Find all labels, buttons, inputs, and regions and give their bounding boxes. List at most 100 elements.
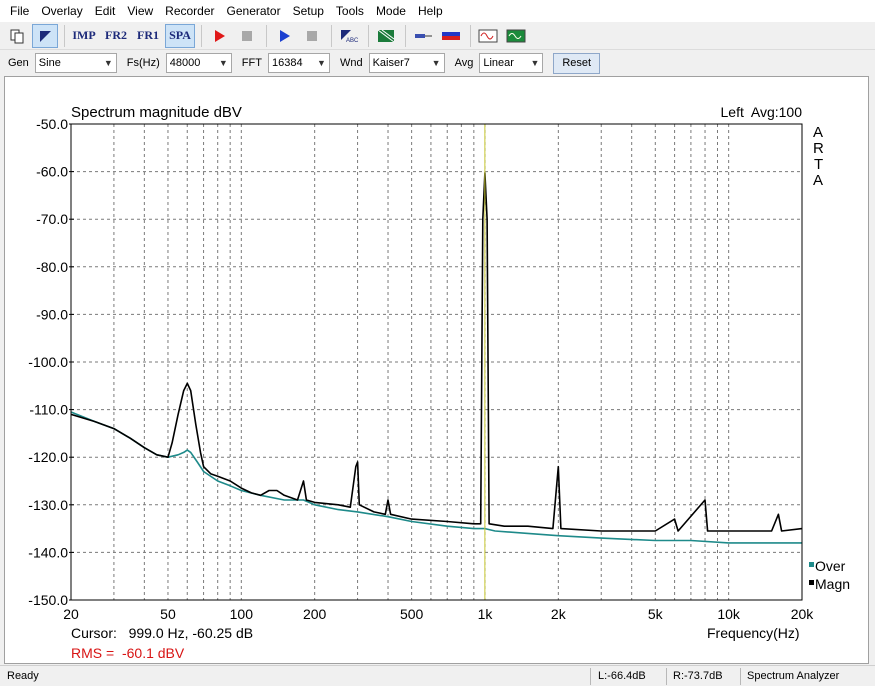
- status-mode: Spectrum Analyzer: [747, 670, 840, 682]
- generator-select[interactable]: Sine ▼: [34, 53, 117, 73]
- x-tick-label: 20: [63, 606, 79, 622]
- annotation-button[interactable]: ABC: [336, 24, 362, 48]
- scope-button[interactable]: [503, 24, 529, 48]
- play-blue-icon: [280, 29, 290, 42]
- annotate-icon: ABC: [341, 29, 359, 44]
- arta-logo-letter: T: [814, 156, 823, 173]
- menu-overlay[interactable]: Overlay: [35, 1, 88, 21]
- arta-logo-letter: R: [813, 140, 824, 157]
- y-tick-label: -70.0: [36, 211, 68, 227]
- menu-mode[interactable]: Mode: [370, 1, 412, 21]
- channel-average-info: Left Avg:100: [721, 104, 803, 120]
- status-right-level: R:-73.7dB: [673, 670, 723, 682]
- y-tick-label: -80.0: [36, 259, 68, 275]
- level-meter-button[interactable]: [438, 24, 464, 48]
- status-ready: Ready: [7, 670, 39, 682]
- x-axis-label: Frequency(Hz): [707, 625, 800, 641]
- chevron-down-icon: ▼: [103, 58, 113, 68]
- copy-icon: [10, 29, 24, 43]
- chart-background: [5, 77, 868, 663]
- status-divider: [590, 668, 591, 685]
- menu-generator[interactable]: Generator: [221, 1, 287, 21]
- measurement-settings-bar: Gen Sine ▼ Fs(Hz) 48000 ▼ FFT 16384 ▼ Wnd K…: [0, 51, 875, 75]
- generator-label: Gen: [8, 57, 29, 69]
- x-tick-label: 20k: [791, 606, 815, 622]
- window-select[interactable]: Kaiser7 ▼: [368, 53, 445, 73]
- toolbar-separator: [64, 24, 65, 47]
- spectrum-plot-panel[interactable]: -50.0 -60.0 -70.0 -80.0 -90.0 -100.0 -110.0 -12…: [4, 76, 869, 664]
- window-label: Wnd: [339, 57, 363, 69]
- y-tick-label: -90.0: [36, 306, 68, 322]
- copy-button[interactable]: [4, 24, 30, 48]
- menu-recorder[interactable]: Recorder: [159, 1, 220, 21]
- toolbar-separator: [368, 24, 369, 47]
- y-tick-label: -100.0: [28, 354, 68, 370]
- reset-button[interactable]: Reset: [553, 52, 601, 74]
- fft-size-label: FFT: [241, 57, 262, 69]
- toolbar-separator: [405, 24, 406, 47]
- fft-size-select[interactable]: 16384 ▼: [267, 53, 330, 73]
- y-tick-label: -130.0: [28, 497, 68, 513]
- stop-icon: [307, 30, 317, 41]
- probe-button[interactable]: [410, 24, 436, 48]
- y-tick-label: -50.0: [36, 116, 68, 132]
- sine-wave-icon: [478, 29, 498, 42]
- meter-icon: [442, 31, 460, 40]
- grid-settings-button[interactable]: [373, 24, 399, 48]
- generator-value: Sine: [38, 57, 61, 69]
- x-tick-label: 200: [303, 606, 327, 622]
- fr1-mode-button[interactable]: FR1: [133, 24, 163, 48]
- rms-readout: RMS = -60.1 dBV: [71, 645, 185, 661]
- toolbar-separator: [201, 24, 202, 47]
- signal-generator-button[interactable]: [475, 24, 501, 48]
- legend-swatch-over: [809, 562, 814, 567]
- menu-tools[interactable]: Tools: [330, 1, 370, 21]
- chevron-down-icon: ▼: [530, 58, 540, 68]
- y-tick-label: -120.0: [28, 449, 68, 465]
- chevron-down-icon: ▼: [218, 58, 228, 68]
- toolbar-separator: [470, 24, 471, 47]
- spectrum-chart[interactable]: -50.0 -60.0 -70.0 -80.0 -90.0 -100.0 -110.0 -12…: [5, 77, 868, 663]
- fr2-mode-button[interactable]: FR2: [101, 24, 131, 48]
- menu-edit[interactable]: Edit: [89, 1, 122, 21]
- stop-icon: [242, 30, 252, 41]
- record-stop-button[interactable]: [234, 24, 260, 48]
- menu-view[interactable]: View: [121, 1, 159, 21]
- cursor-readout: Cursor: 999.0 Hz, -60.25 dB: [71, 625, 253, 641]
- play-red-icon: [215, 29, 225, 42]
- arta-logo-letter: A: [813, 172, 823, 189]
- status-divider: [666, 668, 667, 685]
- chart-title: Spectrum magnitude dBV: [71, 104, 242, 121]
- legend-label-over: Over: [815, 558, 846, 574]
- x-tick-label: 5k: [648, 606, 664, 622]
- menu-setup[interactable]: Setup: [287, 1, 330, 21]
- pointer-icon: [40, 30, 51, 42]
- x-tick-label: 2k: [551, 606, 567, 622]
- menu-file[interactable]: File: [4, 1, 35, 21]
- legend-swatch-magn: [809, 580, 814, 585]
- legend-label-magn: Magn: [815, 576, 850, 592]
- status-divider: [740, 668, 741, 685]
- status-left-level: L:-66.4dB: [598, 670, 646, 682]
- spa-mode-button[interactable]: SPA: [165, 23, 195, 48]
- sample-rate-select[interactable]: 48000 ▼: [165, 53, 232, 73]
- x-tick-label: 100: [230, 606, 254, 622]
- generator-stop-button[interactable]: [299, 24, 325, 48]
- averaging-select[interactable]: Linear ▼: [479, 53, 544, 73]
- x-tick-label: 50: [160, 606, 176, 622]
- generator-start-button[interactable]: [271, 24, 297, 48]
- sample-rate-value: 48000: [169, 57, 201, 69]
- record-start-button[interactable]: [206, 24, 232, 48]
- x-tick-label: 500: [400, 606, 424, 622]
- y-tick-label: -60.0: [36, 164, 68, 180]
- svg-text:ABC: ABC: [346, 38, 359, 44]
- y-tick-label: -110.0: [29, 402, 68, 418]
- pointer-mode-button[interactable]: [32, 23, 58, 48]
- chevron-down-icon: ▼: [431, 58, 441, 68]
- chevron-down-icon: ▼: [317, 58, 326, 68]
- window-value: Kaiser7: [372, 57, 410, 69]
- impedance-mode-button[interactable]: IMP: [69, 24, 99, 48]
- probe-icon: [415, 33, 432, 38]
- menu-help[interactable]: Help: [412, 1, 449, 21]
- fft-size-value: 16384: [271, 57, 303, 69]
